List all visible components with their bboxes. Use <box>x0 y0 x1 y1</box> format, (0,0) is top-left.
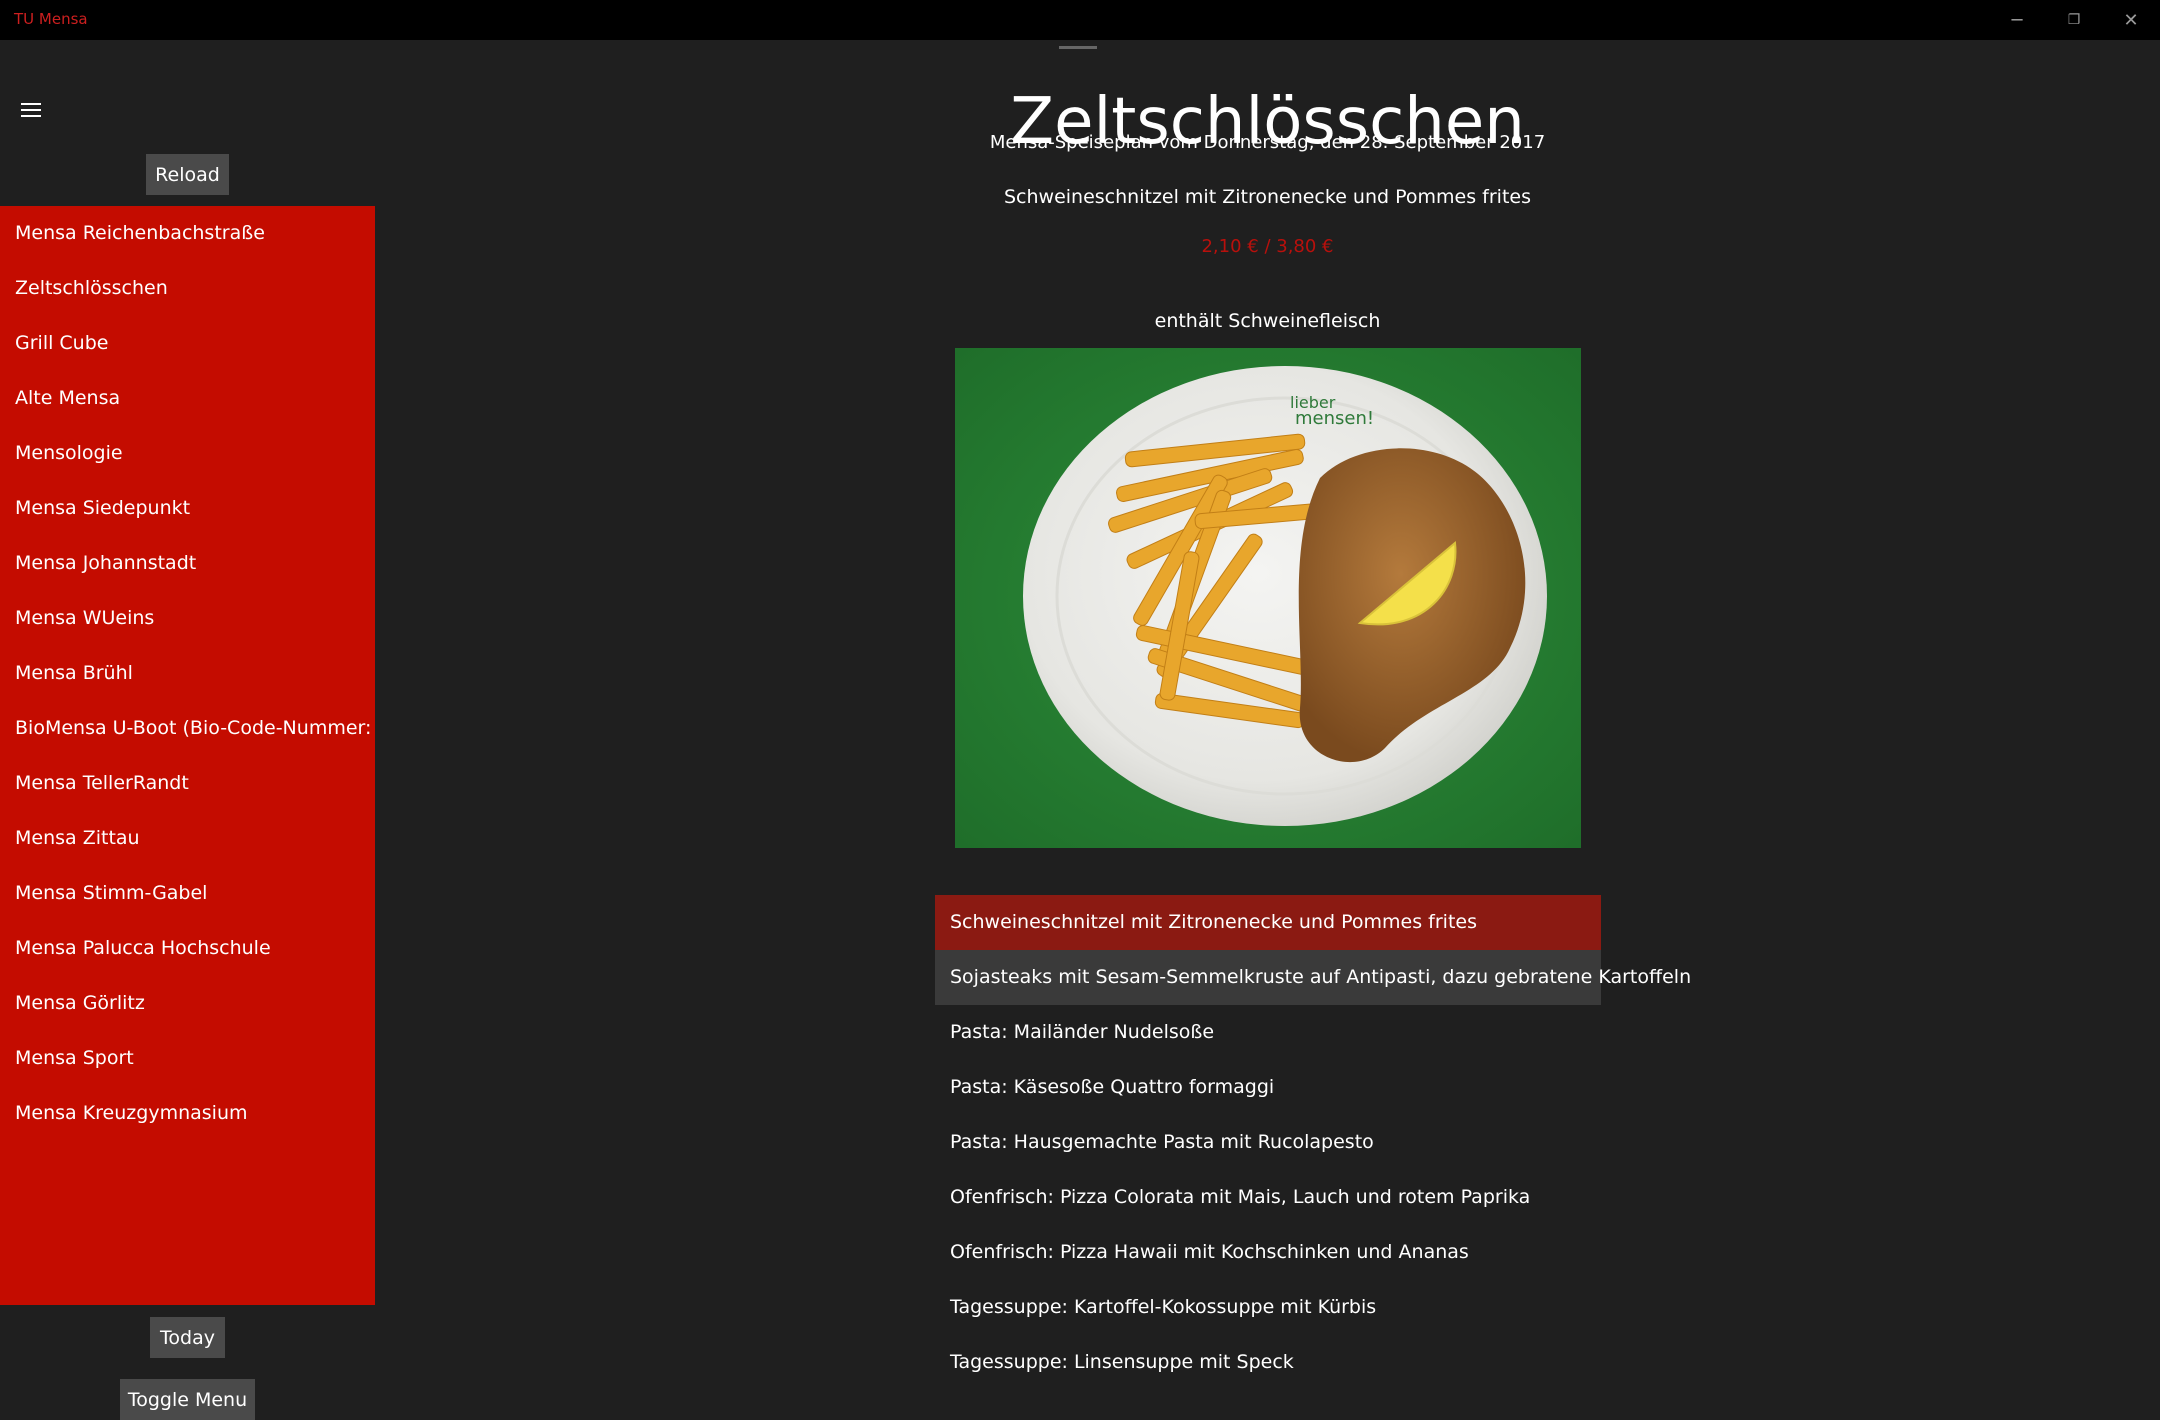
close-button[interactable]: ✕ <box>2102 0 2160 40</box>
mensa-item[interactable]: Mensa Brühl <box>0 646 375 701</box>
page-subtitle: Mensa-Speiseplan vom Donnerstag, den 28.… <box>989 132 1546 153</box>
menu-item-selected[interactable]: Schweineschnitzel mit Zitronenecke und P… <box>935 895 1601 950</box>
app-window: TU Mensa ─ ❐ ✕ Reload Mensa Reichenbachs… <box>0 0 2160 1420</box>
mensa-item[interactable]: BioMensa U-Boot (Bio-Code-Nummer: DE <box>0 701 375 756</box>
selected-dish-price: 2,10 € / 3,80 € <box>1201 236 1334 257</box>
menu-item[interactable]: Tagessuppe: Linsensuppe mit Speck <box>935 1335 1601 1390</box>
dish-photo: lieber mensen! <box>955 348 1581 848</box>
mensa-item[interactable]: Mensa TellerRandt <box>0 756 375 811</box>
title-bar: TU Mensa ─ ❐ ✕ <box>0 0 2160 40</box>
mensa-item[interactable]: Grill Cube <box>0 316 375 371</box>
menu-item[interactable]: Ofenfrisch: Pizza Hawaii mit Kochschinke… <box>935 1225 1601 1280</box>
mensa-item[interactable]: Mensa Siedepunkt <box>0 481 375 536</box>
toggle-menu-button[interactable]: Toggle Menu <box>120 1379 255 1420</box>
mensa-item[interactable]: Mensa Görlitz <box>0 976 375 1031</box>
app-title: TU Mensa <box>14 10 88 28</box>
today-button[interactable]: Today <box>150 1317 225 1358</box>
mensa-item[interactable]: Mensa Reichenbachstraße <box>0 206 375 261</box>
reload-button[interactable]: Reload <box>146 154 229 195</box>
drag-handle[interactable] <box>1059 46 1097 49</box>
mensa-item[interactable]: Mensa Palucca Hochschule <box>0 921 375 976</box>
sidebar: Reload Mensa Reichenbachstraße Zeltschlö… <box>0 40 375 1420</box>
restore-button[interactable]: ❐ <box>2045 0 2103 40</box>
mensa-item[interactable]: Mensa Johannstadt <box>0 536 375 591</box>
menu-item[interactable]: Sojasteaks mit Sesam-Semmelkruste auf An… <box>935 950 1691 1005</box>
selected-dish-note: enthält Schweinefleisch <box>1154 310 1381 332</box>
hamburger-menu-icon[interactable] <box>21 103 41 117</box>
mensa-item[interactable]: Mensa Sport <box>0 1031 375 1086</box>
mensa-item[interactable]: Mensa WUeins <box>0 591 375 646</box>
svg-text:mensen!: mensen! <box>1295 408 1374 429</box>
mensa-item[interactable]: Mensa Stimm-Gabel <box>0 866 375 921</box>
main-content: Zeltschlösschen Mensa-Speiseplan vom Don… <box>375 40 2160 1394</box>
mensa-item[interactable]: Mensa Zittau <box>0 811 375 866</box>
menu-item[interactable]: Tagessuppe: Kartoffel-Kokossuppe mit Kür… <box>935 1280 1601 1335</box>
menu-item[interactable]: Ofenfrisch: Pizza Colorata mit Mais, Lau… <box>935 1170 1601 1225</box>
mensa-item[interactable]: Mensologie <box>0 426 375 481</box>
mensa-item[interactable]: Zeltschlösschen <box>0 261 375 316</box>
menu-list: Schweineschnitzel mit Zitronenecke und P… <box>935 895 1691 1390</box>
menu-item[interactable]: Pasta: Mailänder Nudelsoße <box>935 1005 1601 1060</box>
menu-item[interactable]: Pasta: Käsesoße Quattro formaggi <box>935 1060 1601 1115</box>
mensa-item[interactable]: Mensa Kreuzgymnasium <box>0 1086 375 1141</box>
minimize-button[interactable]: ─ <box>1988 0 2046 40</box>
selected-dish-name: Schweineschnitzel mit Zitronenecke und P… <box>1004 186 1531 208</box>
mensa-item[interactable]: Alte Mensa <box>0 371 375 426</box>
menu-item[interactable]: Pasta: Hausgemachte Pasta mit Rucolapest… <box>935 1115 1601 1170</box>
mensa-list: Mensa Reichenbachstraße Zeltschlösschen … <box>0 206 375 1305</box>
